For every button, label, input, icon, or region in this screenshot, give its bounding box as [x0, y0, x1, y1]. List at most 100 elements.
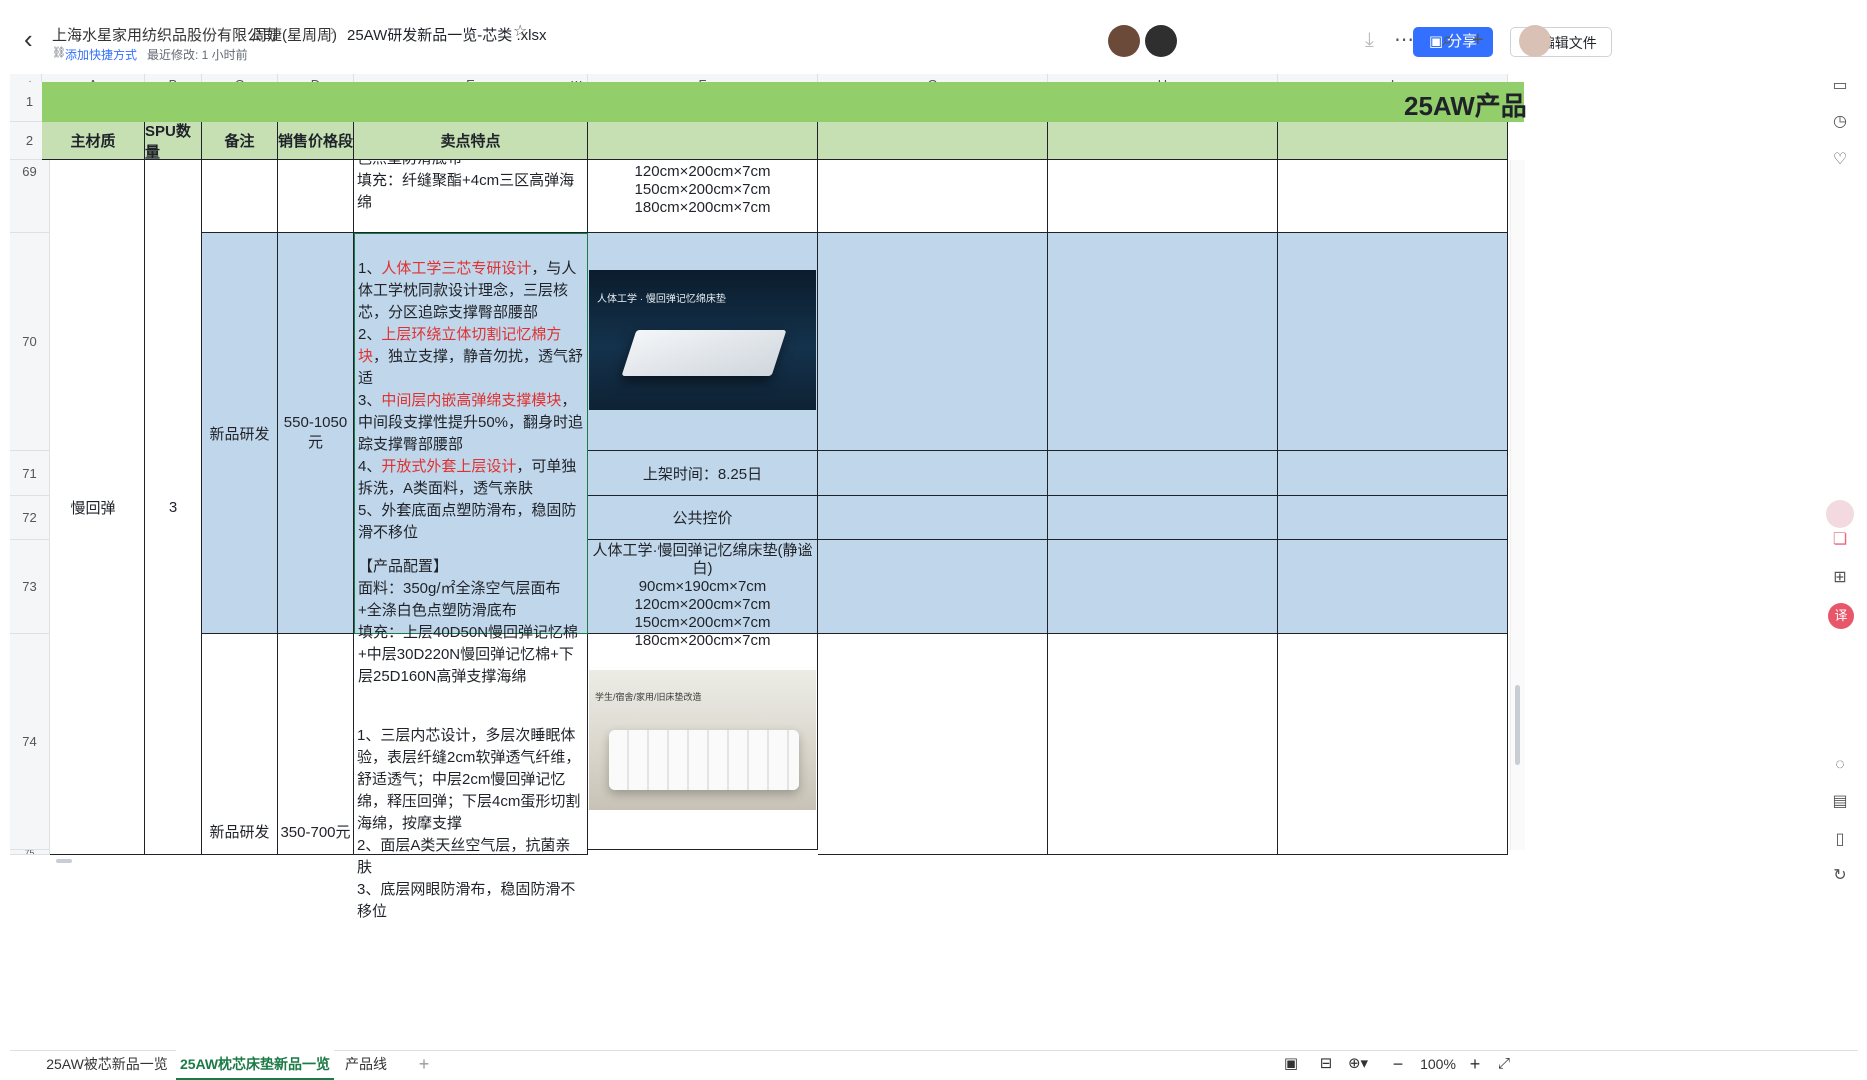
assistant-avatar[interactable] — [1826, 500, 1854, 528]
cell-g72[interactable] — [818, 496, 1048, 540]
zoom-out-icon[interactable]: − — [1389, 1050, 1407, 1078]
tab-pillow-mattress-new[interactable]: 25AW枕芯床垫新品一览 — [176, 1050, 334, 1080]
breadcrumb-company[interactable]: 上海水星家用纺织品股份有限公司 — [52, 24, 277, 45]
horizontal-scrollbar[interactable] — [42, 856, 1510, 866]
row-header-74[interactable]: 74 — [10, 634, 50, 850]
sheet-list-icon[interactable]: ▣ — [1280, 1050, 1302, 1078]
scroll-thumb[interactable] — [1515, 685, 1520, 765]
last-modified: 最近修改: 1 小时前 — [147, 48, 248, 62]
document-icon[interactable]: ▯ — [1830, 830, 1850, 850]
cell-f70[interactable]: 人体工学 · 慢回弹记忆绵床垫 — [588, 233, 818, 451]
vertical-scrollbar[interactable] — [1510, 160, 1525, 850]
cell-b-spu[interactable]: 3 — [145, 160, 202, 855]
add-icon[interactable]: + — [1472, 28, 1484, 52]
row-header-75[interactable]: 75 — [10, 850, 50, 855]
header-cell-h[interactable] — [1048, 122, 1278, 160]
back-arrow-icon[interactable]: ‹ — [24, 26, 40, 52]
size-line: 150cm×200cm×7cm — [634, 181, 771, 198]
header-cell-note[interactable]: 备注 — [202, 122, 278, 160]
cell-i72[interactable] — [1278, 496, 1508, 540]
view-mode-icon[interactable]: ⊕▾ — [1343, 1050, 1373, 1078]
comment-icon[interactable]: ▭ — [1830, 76, 1850, 96]
header-cell-spu[interactable]: SPU数量 — [145, 122, 202, 161]
translate-icon[interactable]: 译 — [1828, 603, 1854, 629]
cell-g73[interactable] — [818, 540, 1048, 634]
notes-icon[interactable]: ▤ — [1830, 792, 1850, 812]
breadcrumb-owner[interactable]: 周婕(星周周) — [252, 24, 337, 45]
cell-f71[interactable]: 上架时间：8.25日 — [588, 451, 818, 496]
cell-a-material[interactable]: 慢回弹 — [42, 160, 145, 855]
cell-i71[interactable] — [1278, 451, 1508, 496]
header-cell-f[interactable] — [588, 122, 818, 160]
gift-icon[interactable]: ❏ — [1830, 530, 1850, 550]
header-cell-i[interactable] — [1278, 122, 1508, 160]
tab-product-line[interactable]: 产品线 — [338, 1050, 394, 1078]
cell-c69[interactable] — [202, 160, 278, 233]
cell-h72[interactable] — [1048, 496, 1278, 540]
zoom-level[interactable]: 100% — [1415, 1050, 1461, 1078]
cell-g69[interactable] — [818, 160, 1048, 233]
banner-title[interactable]: 25AW产品 — [1404, 86, 1527, 123]
cell-h73[interactable] — [1048, 540, 1278, 634]
refresh-icon[interactable]: ↻ — [1830, 866, 1850, 886]
cell-h69[interactable] — [1048, 160, 1278, 233]
cell-f73[interactable]: 人体工学·慢回弹记忆绵床垫(静谧白) 90cm×190cm×7cm 120cm×… — [588, 540, 818, 649]
collaborator-avatar[interactable] — [1108, 25, 1140, 57]
cell-e74[interactable]: 1、三层内芯设计，多层次睡眠体验，表层纤缝2cm软弹透气纤维，舒适透气；中层2c… — [354, 634, 588, 920]
download-icon[interactable]: ⤓ — [1365, 28, 1374, 52]
cell-h71[interactable] — [1048, 451, 1278, 496]
collaborator-avatar[interactable] — [1145, 25, 1177, 57]
header-cell-material[interactable]: 主材质 — [42, 122, 145, 160]
chevron-right-icon: › — [330, 22, 336, 39]
freeze-icon[interactable]: ⊟ — [1315, 1050, 1337, 1078]
like-icon[interactable]: ♡ — [1830, 150, 1850, 170]
cell-e-selling-points[interactable]: 1、人体工学三芯专研设计，与人体工学枕同款设计理念，三层核芯，分区追踪支撑臀部腰… — [354, 233, 588, 685]
apps-icon[interactable]: ⊞ — [1830, 568, 1850, 588]
user-avatar[interactable] — [1519, 25, 1551, 57]
add-shortcut-link[interactable]: 添加快捷方式 — [65, 46, 137, 63]
scroll-thumb[interactable] — [56, 859, 72, 863]
config-title: 【产品配置】 — [358, 558, 449, 575]
cell-i69[interactable] — [1278, 160, 1508, 233]
header-cell-g[interactable] — [818, 122, 1048, 160]
product-image-mattress[interactable]: 人体工学 · 慢回弹记忆绵床垫 — [589, 270, 816, 410]
fullscreen-icon[interactable]: ⤢ — [1494, 1050, 1514, 1078]
cell-d69[interactable] — [278, 160, 354, 233]
history-icon[interactable]: ◷ — [1830, 112, 1850, 132]
row-header-72[interactable]: 72 — [10, 496, 50, 540]
star-icon[interactable]: ☆ — [513, 21, 527, 41]
selling-point-3: 3、中间层内嵌高弹绵支撑模块，中间段支撑性提升50%，翻身时追踪支撑臀部腰部 — [358, 390, 584, 456]
cell-d-price[interactable]: 550-1050元 — [278, 233, 354, 634]
tab-duvet-new[interactable]: 25AW被芯新品一览 — [44, 1050, 170, 1078]
cell-g71[interactable] — [818, 451, 1048, 496]
cell-h70[interactable] — [1048, 233, 1278, 451]
row-header-71[interactable]: 71 — [10, 451, 50, 496]
header-cell-selling-points[interactable]: 卖点特点 — [354, 122, 588, 160]
cell-c74[interactable]: 新品研发 — [202, 634, 278, 855]
cell-i73[interactable] — [1278, 540, 1508, 634]
zoom-in-icon[interactable]: + — [1466, 1050, 1484, 1078]
cell-e69[interactable]: 色点塑防滑底布 填充：纤缝聚酯+4cm三区高弹海绵 — [354, 160, 588, 233]
header-cell-price[interactable]: 销售价格段 — [278, 122, 354, 160]
selling-point-5: 5、外套底面点塑防滑布，稳固防滑不移位 — [358, 502, 577, 541]
more-icon[interactable]: ⋯ — [1394, 28, 1414, 52]
cell-c-note[interactable]: 新品研发 — [202, 233, 278, 634]
cell-g74[interactable] — [818, 634, 1048, 855]
cell-f74[interactable]: 学生/宿舍/家用/旧床垫改造 — [588, 634, 818, 850]
add-sheet-icon[interactable]: + — [412, 1050, 436, 1078]
cell-i70[interactable] — [1278, 233, 1508, 451]
cell-d74[interactable]: 350-700元 — [278, 634, 354, 855]
cell-i74[interactable] — [1278, 634, 1508, 855]
lightbulb-icon[interactable]: ◌ — [1830, 755, 1850, 775]
cell-f72[interactable]: 公共控价 — [588, 496, 818, 540]
cell-h74[interactable] — [1048, 634, 1278, 855]
link-icon: ⛓ — [52, 47, 66, 59]
search-icon[interactable]: ⌕ — [1442, 28, 1453, 52]
cell-f69[interactable]: 120cm×200cm×7cm 150cm×200cm×7cm 180cm×20… — [588, 160, 818, 233]
product-image-topper[interactable]: 学生/宿舍/家用/旧床垫改造 — [589, 670, 816, 810]
row-header-70[interactable]: 70 — [10, 233, 50, 451]
row-header-73[interactable]: 73 — [10, 540, 50, 634]
selling-point-1: 1、人体工学三芯专研设计，与人体工学枕同款设计理念，三层核芯，分区追踪支撑臀部腰… — [358, 258, 584, 324]
cell-g70[interactable] — [818, 233, 1048, 451]
image-caption: 人体工学 · 慢回弹记忆绵床垫 — [597, 294, 726, 305]
